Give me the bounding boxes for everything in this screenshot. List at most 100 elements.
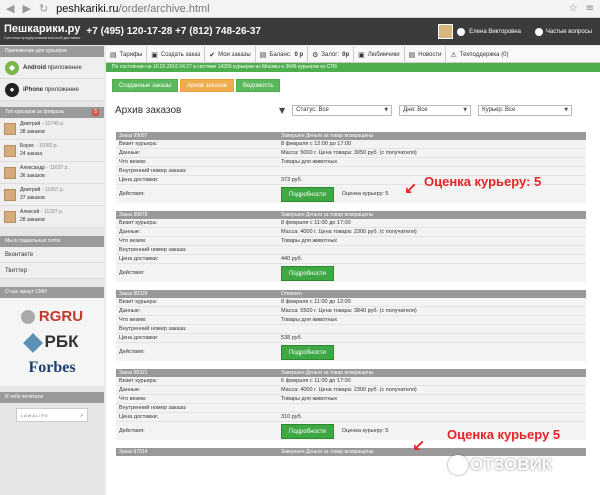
android-app-link[interactable]: ◆ Android приложение — [0, 57, 104, 79]
annotation-arrow-icon: ↙ — [412, 436, 426, 455]
courier-photo — [4, 144, 16, 157]
press-logos: RGRU РБК Forbes — [0, 298, 104, 386]
table-row: Цена доставки: 538 руб. — [116, 334, 586, 343]
subtab-archive[interactable]: Архив заказов — [180, 79, 234, 92]
forbes-logo[interactable]: Forbes — [0, 356, 104, 380]
filter-icon: ▼ — [279, 105, 286, 115]
courier-name: Дмитрий — [20, 121, 41, 128]
tab-my-orders[interactable]: ✔ Мои заказы — [205, 46, 256, 63]
site-logo[interactable]: Пешкарики.ру Система предпринимательской… — [4, 22, 81, 40]
subtab-created[interactable]: Созданные заказы — [112, 79, 179, 92]
courier-orders: 24 заказа — [20, 151, 43, 158]
order-header: Заказ 98328 Отменен — [116, 290, 586, 298]
read-block: L A W & L I F E ↗ — [0, 403, 104, 427]
tab-favorites[interactable]: ▣ Любимчики — [354, 46, 405, 63]
help-icon — [534, 27, 543, 36]
tab-create-order[interactable]: ▣ Создать заказ — [147, 46, 206, 63]
table-row: Визит курьера: 8 февраля с 12:00 до 17:00 — [116, 140, 586, 149]
android-suffix: приложение — [47, 64, 82, 71]
tab-deposit[interactable]: ⚙ Залог: 0р — [308, 46, 355, 63]
law-life-text: L A W & L I F E — [21, 412, 48, 418]
user-name[interactable]: Елена Викторовна — [469, 29, 521, 35]
rbk-logo[interactable]: РБК — [0, 330, 104, 354]
tab-label: Мои заказы — [218, 51, 251, 58]
order-card: Заказ 99097 Завершен Деньги за товар возв… — [116, 132, 586, 203]
days-filter[interactable]: Дни: Все ▼ — [399, 104, 472, 116]
rgru-logo[interactable]: RGRU — [0, 304, 104, 328]
details-button[interactable]: Подробности — [281, 186, 334, 202]
forward-icon[interactable]: ▶ — [22, 2, 30, 15]
reload-icon[interactable]: ↻ — [39, 2, 48, 15]
subtabs: Созданные заказы Архив заказов Ведомость — [106, 72, 600, 92]
arrow-icon: ↗ — [79, 412, 83, 418]
courier-photo — [4, 122, 16, 135]
deposit-value: 0р — [342, 51, 350, 58]
logo-text: Пешкарики.ру — [4, 22, 81, 35]
faq-link[interactable]: Частые вопросы — [534, 27, 592, 36]
row-label: Данные: — [119, 229, 141, 235]
faq-label: Частые вопросы — [545, 28, 592, 35]
iphone-app-link[interactable]: ● iPhone приложение — [0, 79, 104, 101]
menu-icon[interactable]: ≡ — [586, 3, 594, 14]
order-header: Заказ 99097 Завершен Деньги за товар возв… — [116, 132, 586, 140]
balance-icon: ▤ — [259, 50, 267, 59]
top-courier[interactable]: Дмитрий - 11667 р. 37 заказов — [0, 184, 104, 206]
back-icon[interactable]: ◀ — [6, 2, 14, 15]
table-row: Визит курьера: 8 февраля с 11:00 до 12:00 — [116, 298, 586, 307]
tab-news[interactable]: ▤ Новости — [405, 46, 447, 63]
row-label: Действия: — [119, 349, 145, 355]
courier-photo — [4, 188, 16, 201]
details-button[interactable]: Подробности — [281, 265, 334, 281]
days-filter-value: Дни: Все — [403, 107, 428, 113]
twitter-link[interactable]: Твиттер — [0, 263, 104, 279]
rbk-mark-icon — [22, 332, 43, 353]
row-value: 310 руб. — [281, 414, 303, 420]
row-label: Что везем: — [119, 159, 147, 165]
law-life-logo[interactable]: L A W & L I F E ↗ — [16, 408, 88, 422]
courier-filter[interactable]: Курьер: Все ▼ — [478, 104, 573, 116]
table-row: Цена доставки: 310 руб. — [116, 413, 586, 422]
annotation-rating-2: Оценка курьеру 5 — [447, 427, 561, 442]
browser-toolbar: ◀ ▶ ↻ peshkariki.ru/order/archive.html ☆… — [0, 0, 600, 18]
courier-name: Александр — [20, 165, 46, 172]
top-courier[interactable]: Алексей - 11297 р. 28 заказов — [0, 206, 104, 228]
tab-support[interactable]: ⚠ Техподдержка (0) — [446, 46, 512, 63]
top-courier[interactable]: Борис - 11660 р. 24 заказа — [0, 140, 104, 162]
iphone-suffix: приложение — [44, 86, 79, 93]
order-card: Заказ 98878 Завершен Деньги за товар возв… — [116, 211, 586, 282]
table-row: Что везем: Товары для животных — [116, 316, 586, 325]
tab-balance[interactable]: ▤ Баланс: 0 р — [256, 46, 309, 63]
order-status: Завершен Деньги за товар возвращены — [281, 212, 374, 218]
logo-tagline: Система предпринимательской доставки — [4, 34, 81, 40]
table-row: Внутренний номер заказа: — [116, 246, 586, 255]
subtab-statement[interactable]: Ведомость — [236, 79, 281, 92]
avatar[interactable] — [438, 24, 454, 39]
status-filter[interactable]: Статус: Все ▼ — [292, 104, 393, 116]
vk-link[interactable]: Вконтакте — [0, 247, 104, 263]
row-label: Внутренний номер заказа: — [119, 405, 187, 411]
courier-rating: Оценка курьеру: 5 — [341, 191, 389, 197]
order-id: Заказ 98878 — [119, 212, 148, 218]
star-icon[interactable]: ☆ — [569, 3, 578, 14]
row-label: Внутренний номер заказа: — [119, 247, 187, 253]
check-icon: ✔ — [209, 50, 216, 59]
create-icon: ▣ — [151, 50, 158, 59]
row-label: Данные: — [119, 308, 141, 314]
top-courier[interactable]: Александр - 11637 р. 36 заказов — [0, 162, 104, 184]
order-id: Заказ 97814 — [119, 449, 148, 455]
details-button[interactable]: Подробности — [281, 423, 334, 439]
tab-label: Создать заказ — [160, 51, 201, 58]
details-button[interactable]: Подробности — [281, 344, 334, 360]
tab-tariffs[interactable]: ▤ Тарифы — [106, 46, 148, 63]
row-value: 6 февраля с 11:00 до 17:00 — [281, 378, 351, 384]
courier-name: Алексей — [20, 209, 40, 216]
address-bar[interactable]: peshkariki.ru/order/archive.html — [56, 3, 209, 15]
top-courier[interactable]: Дмитрий - 12745 р. 38 заказов — [0, 118, 104, 140]
user-box[interactable]: Елена Викторовна Частые вопросы — [438, 24, 596, 39]
table-row: Данные: Масса: 4000 г. Цена товара: 2300 … — [116, 228, 586, 237]
order-actions: Действия: Подробности — [116, 343, 586, 361]
tariffs-icon: ▤ — [110, 50, 117, 59]
row-label: Цена доставки: — [119, 177, 159, 183]
sidebar: Приложение для курьеров ◆ Android прилож… — [0, 46, 104, 495]
rgru-text: RGRU — [38, 307, 84, 325]
